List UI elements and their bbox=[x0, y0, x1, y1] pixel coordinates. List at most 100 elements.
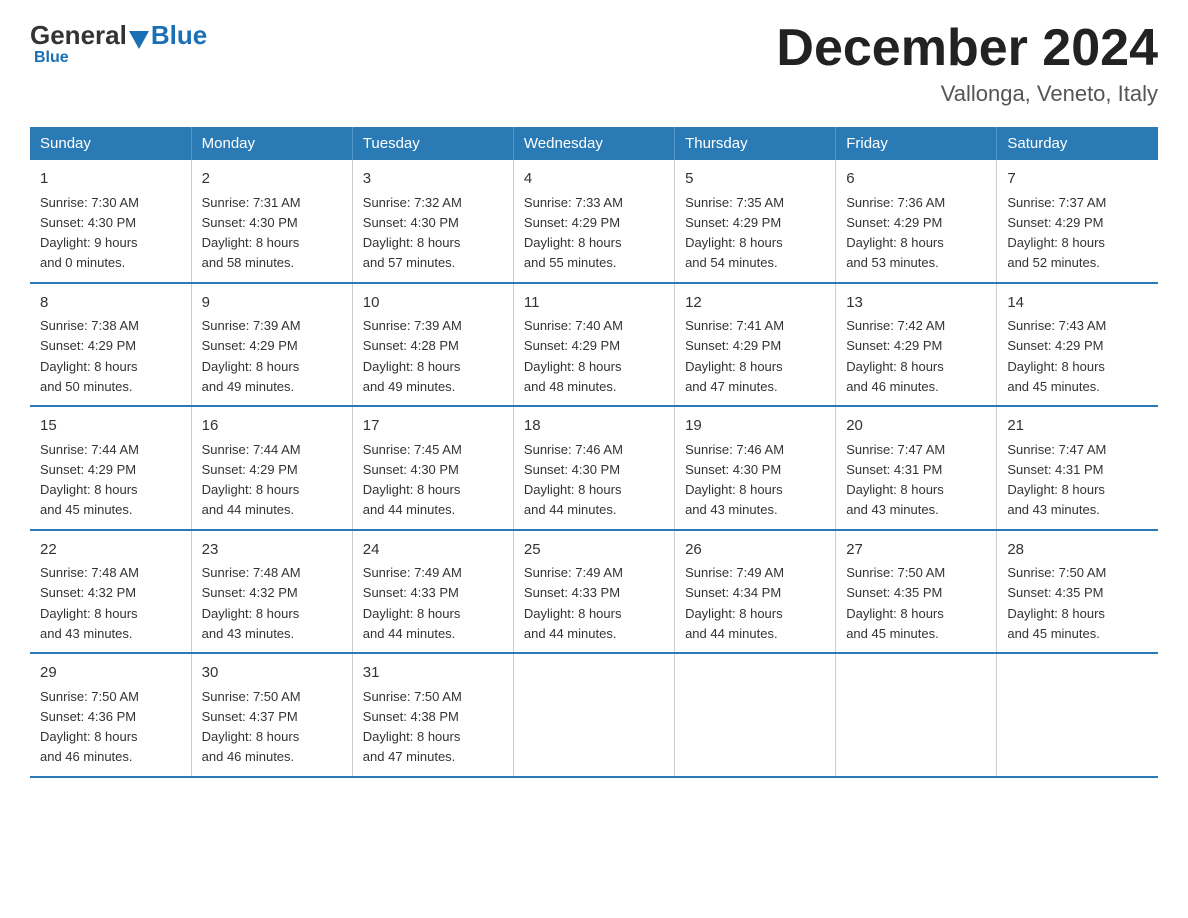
day-cell: 23Sunrise: 7:48 AMSunset: 4:32 PMDayligh… bbox=[191, 530, 352, 654]
day-info: Sunrise: 7:38 AMSunset: 4:29 PMDaylight:… bbox=[40, 318, 139, 394]
header-cell-wednesday: Wednesday bbox=[513, 127, 674, 160]
day-cell: 26Sunrise: 7:49 AMSunset: 4:34 PMDayligh… bbox=[675, 530, 836, 654]
day-cell: 16 Sunrise: 7:44 AMSunset: 4:29 PMDayligh… bbox=[191, 406, 352, 530]
header-cell-saturday: Saturday bbox=[997, 127, 1158, 160]
day-cell: 19 Sunrise: 7:46 AMSunset: 4:30 PMDayligh… bbox=[675, 406, 836, 530]
header-cell-friday: Friday bbox=[836, 127, 997, 160]
day-cell: 7 Sunrise: 7:37 AMSunset: 4:29 PMDaylight… bbox=[997, 160, 1158, 283]
day-number: 5 bbox=[685, 168, 825, 191]
day-cell: 5 Sunrise: 7:35 AMSunset: 4:29 PMDaylight… bbox=[675, 160, 836, 283]
day-number: 20 bbox=[846, 415, 986, 438]
day-number: 10 bbox=[363, 292, 503, 315]
day-info: Sunrise: 7:50 AMSunset: 4:38 PMDaylight:… bbox=[363, 689, 462, 765]
day-number: 4 bbox=[524, 168, 664, 191]
day-cell: 30 Sunrise: 7:50 AMSunset: 4:37 PMDayligh… bbox=[191, 653, 352, 777]
day-cell: 31 Sunrise: 7:50 AMSunset: 4:38 PMDayligh… bbox=[352, 653, 513, 777]
day-cell bbox=[836, 653, 997, 777]
day-cell: 29Sunrise: 7:50 AMSunset: 4:36 PMDayligh… bbox=[30, 653, 191, 777]
day-info: Sunrise: 7:49 AMSunset: 4:33 PMDaylight:… bbox=[363, 565, 462, 641]
day-cell bbox=[997, 653, 1158, 777]
day-cell: 8 Sunrise: 7:38 AMSunset: 4:29 PMDaylight… bbox=[30, 283, 191, 407]
day-info: Sunrise: 7:36 AMSunset: 4:29 PMDaylight:… bbox=[846, 195, 945, 271]
day-info: Sunrise: 7:49 AMSunset: 4:33 PMDaylight:… bbox=[524, 565, 623, 641]
calendar-header: SundayMondayTuesdayWednesdayThursdayFrid… bbox=[30, 127, 1158, 160]
logo-chevron-icon bbox=[129, 31, 149, 49]
day-cell: 9 Sunrise: 7:39 AMSunset: 4:29 PMDaylight… bbox=[191, 283, 352, 407]
day-info: Sunrise: 7:50 AMSunset: 4:35 PMDaylight:… bbox=[1007, 565, 1106, 641]
day-cell: 20 Sunrise: 7:47 AMSunset: 4:31 PMDayligh… bbox=[836, 406, 997, 530]
day-info: Sunrise: 7:30 AMSunset: 4:30 PMDaylight:… bbox=[40, 195, 139, 271]
day-cell: 6Sunrise: 7:36 AMSunset: 4:29 PMDaylight… bbox=[836, 160, 997, 283]
page-header: General Blue Blue December 2024 Vallonga… bbox=[30, 20, 1158, 107]
day-info: Sunrise: 7:37 AMSunset: 4:29 PMDaylight:… bbox=[1007, 195, 1106, 271]
logo: General Blue Blue bbox=[30, 20, 207, 67]
day-number: 13 bbox=[846, 292, 986, 315]
day-number: 22 bbox=[40, 539, 181, 562]
day-cell: 25 Sunrise: 7:49 AMSunset: 4:33 PMDayligh… bbox=[513, 530, 674, 654]
day-info: Sunrise: 7:47 AMSunset: 4:31 PMDaylight:… bbox=[846, 442, 945, 518]
day-number: 25 bbox=[524, 539, 664, 562]
day-info: Sunrise: 7:45 AMSunset: 4:30 PMDaylight:… bbox=[363, 442, 462, 518]
day-number: 27 bbox=[846, 539, 986, 562]
day-number: 14 bbox=[1007, 292, 1148, 315]
day-number: 8 bbox=[40, 292, 181, 315]
day-number: 16 bbox=[202, 415, 342, 438]
day-info: Sunrise: 7:50 AMSunset: 4:35 PMDaylight:… bbox=[846, 565, 945, 641]
header-cell-tuesday: Tuesday bbox=[352, 127, 513, 160]
day-number: 31 bbox=[363, 662, 503, 685]
week-row-1: 1 Sunrise: 7:30 AMSunset: 4:30 PMDaylight… bbox=[30, 160, 1158, 283]
day-info: Sunrise: 7:44 AMSunset: 4:29 PMDaylight:… bbox=[202, 442, 301, 518]
day-info: Sunrise: 7:48 AMSunset: 4:32 PMDaylight:… bbox=[40, 565, 139, 641]
day-info: Sunrise: 7:46 AMSunset: 4:30 PMDaylight:… bbox=[524, 442, 623, 518]
week-row-3: 15Sunrise: 7:44 AMSunset: 4:29 PMDayligh… bbox=[30, 406, 1158, 530]
day-cell: 1 Sunrise: 7:30 AMSunset: 4:30 PMDaylight… bbox=[30, 160, 191, 283]
day-cell: 14Sunrise: 7:43 AMSunset: 4:29 PMDayligh… bbox=[997, 283, 1158, 407]
calendar-table: SundayMondayTuesdayWednesdayThursdayFrid… bbox=[30, 127, 1158, 778]
day-info: Sunrise: 7:40 AMSunset: 4:29 PMDaylight:… bbox=[524, 318, 623, 394]
day-cell: 18 Sunrise: 7:46 AMSunset: 4:30 PMDayligh… bbox=[513, 406, 674, 530]
day-cell: 17Sunrise: 7:45 AMSunset: 4:30 PMDayligh… bbox=[352, 406, 513, 530]
day-cell: 12Sunrise: 7:41 AMSunset: 4:29 PMDayligh… bbox=[675, 283, 836, 407]
day-cell: 10 Sunrise: 7:39 AMSunset: 4:28 PMDayligh… bbox=[352, 283, 513, 407]
day-number: 18 bbox=[524, 415, 664, 438]
title-block: December 2024 Vallonga, Veneto, Italy bbox=[776, 20, 1158, 107]
day-cell: 22 Sunrise: 7:48 AMSunset: 4:32 PMDayligh… bbox=[30, 530, 191, 654]
day-number: 12 bbox=[685, 292, 825, 315]
day-number: 21 bbox=[1007, 415, 1148, 438]
main-title: December 2024 bbox=[776, 20, 1158, 77]
week-row-2: 8 Sunrise: 7:38 AMSunset: 4:29 PMDaylight… bbox=[30, 283, 1158, 407]
location-subtitle: Vallonga, Veneto, Italy bbox=[776, 81, 1158, 107]
header-cell-sunday: Sunday bbox=[30, 127, 191, 160]
day-info: Sunrise: 7:35 AMSunset: 4:29 PMDaylight:… bbox=[685, 195, 784, 271]
day-cell: 4Sunrise: 7:33 AMSunset: 4:29 PMDaylight… bbox=[513, 160, 674, 283]
logo-blue-text: Blue bbox=[151, 20, 207, 51]
day-info: Sunrise: 7:42 AMSunset: 4:29 PMDaylight:… bbox=[846, 318, 945, 394]
header-cell-monday: Monday bbox=[191, 127, 352, 160]
day-number: 1 bbox=[40, 168, 181, 191]
day-info: Sunrise: 7:32 AMSunset: 4:30 PMDaylight:… bbox=[363, 195, 462, 271]
day-cell: 21 Sunrise: 7:47 AMSunset: 4:31 PMDayligh… bbox=[997, 406, 1158, 530]
day-number: 7 bbox=[1007, 168, 1148, 191]
day-number: 19 bbox=[685, 415, 825, 438]
day-cell: 13 Sunrise: 7:42 AMSunset: 4:29 PMDayligh… bbox=[836, 283, 997, 407]
day-info: Sunrise: 7:39 AMSunset: 4:29 PMDaylight:… bbox=[202, 318, 301, 394]
day-cell bbox=[675, 653, 836, 777]
day-cell: 15Sunrise: 7:44 AMSunset: 4:29 PMDayligh… bbox=[30, 406, 191, 530]
header-row: SundayMondayTuesdayWednesdayThursdayFrid… bbox=[30, 127, 1158, 160]
calendar-body: 1 Sunrise: 7:30 AMSunset: 4:30 PMDaylight… bbox=[30, 160, 1158, 777]
week-row-5: 29Sunrise: 7:50 AMSunset: 4:36 PMDayligh… bbox=[30, 653, 1158, 777]
logo-tagline: Blue bbox=[34, 49, 69, 66]
day-number: 28 bbox=[1007, 539, 1148, 562]
day-number: 9 bbox=[202, 292, 342, 315]
day-info: Sunrise: 7:50 AMSunset: 4:36 PMDaylight:… bbox=[40, 689, 139, 765]
day-cell: 27 Sunrise: 7:50 AMSunset: 4:35 PMDayligh… bbox=[836, 530, 997, 654]
day-info: Sunrise: 7:46 AMSunset: 4:30 PMDaylight:… bbox=[685, 442, 784, 518]
day-info: Sunrise: 7:47 AMSunset: 4:31 PMDaylight:… bbox=[1007, 442, 1106, 518]
day-info: Sunrise: 7:50 AMSunset: 4:37 PMDaylight:… bbox=[202, 689, 301, 765]
day-number: 30 bbox=[202, 662, 342, 685]
day-number: 11 bbox=[524, 292, 664, 315]
day-cell: 11 Sunrise: 7:40 AMSunset: 4:29 PMDayligh… bbox=[513, 283, 674, 407]
day-number: 24 bbox=[363, 539, 503, 562]
logo-wrapper: General Blue bbox=[30, 20, 207, 51]
day-info: Sunrise: 7:39 AMSunset: 4:28 PMDaylight:… bbox=[363, 318, 462, 394]
